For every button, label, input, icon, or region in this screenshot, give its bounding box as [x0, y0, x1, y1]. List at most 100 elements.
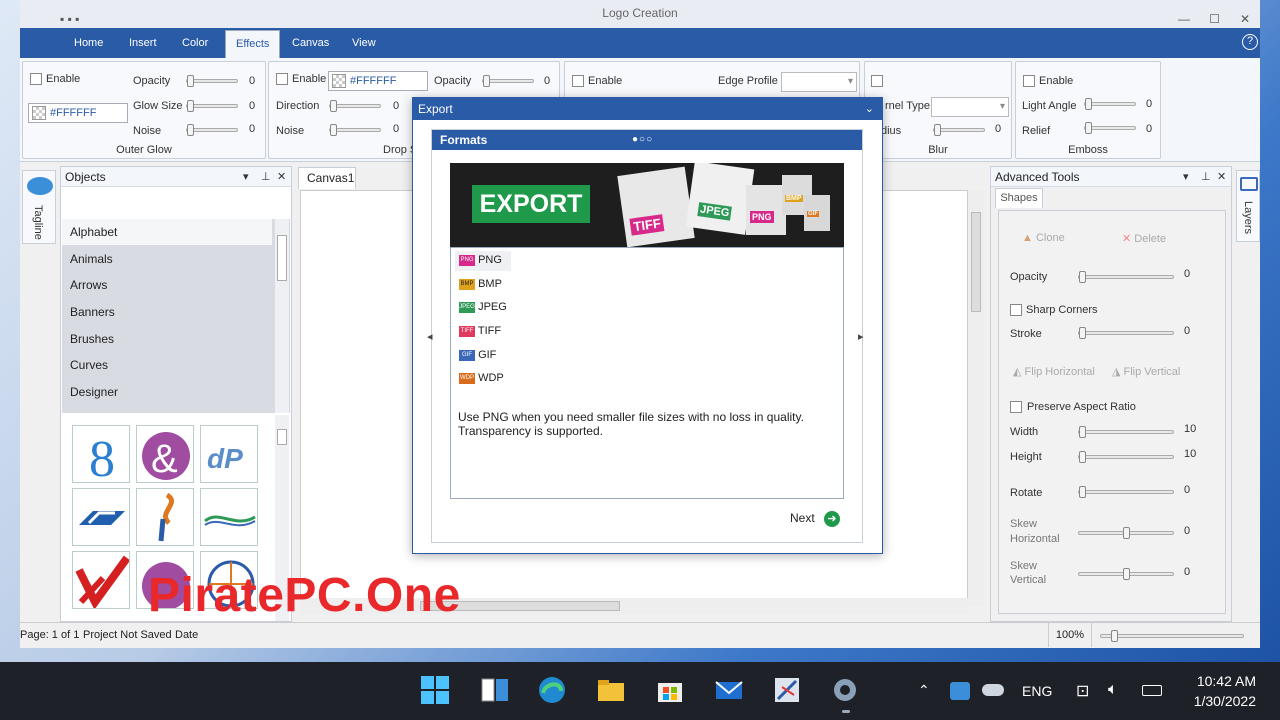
direction-slider[interactable] [329, 100, 381, 112]
slider-thumb[interactable] [1123, 527, 1130, 539]
scrollbar-thumb[interactable] [277, 235, 287, 281]
thumbnail-wave[interactable] [200, 488, 258, 546]
slider-thumb[interactable] [1079, 271, 1086, 283]
network-icon[interactable]: ⊡ [1076, 681, 1089, 701]
drop-shadow-opacity-slider[interactable] [482, 75, 534, 87]
slider-thumb[interactable] [187, 100, 194, 112]
tab-insert[interactable]: Insert [119, 28, 167, 58]
thumbnail-8[interactable]: 8 [72, 425, 130, 483]
width-slider[interactable] [1078, 426, 1174, 438]
list-item-curves[interactable]: Curves [62, 352, 272, 378]
format-jpeg[interactable]: JPEG JPEG [459, 301, 507, 313]
thumbnail-ampersand[interactable]: & [136, 425, 194, 483]
collapse-icon[interactable]: ⌄ [865, 98, 874, 120]
canvas-vscrollbar[interactable] [968, 190, 984, 606]
format-gif[interactable]: GIF GIF [459, 349, 496, 361]
outer-glow-noise-slider[interactable] [186, 124, 238, 136]
file-explorer-icon[interactable] [596, 675, 626, 705]
slider-thumb[interactable] [1079, 451, 1086, 463]
slider-thumb[interactable] [330, 100, 337, 112]
flip-vertical-button[interactable]: ◮ Flip Vertical [1112, 365, 1180, 378]
security-shield-icon[interactable] [950, 682, 970, 700]
emboss-enable-checkbox[interactable] [1023, 75, 1035, 87]
tab-shapes[interactable]: Shapes [995, 188, 1043, 208]
slider-thumb[interactable] [1123, 568, 1130, 580]
delete-button[interactable]: ✕ Delete [1122, 232, 1166, 245]
outer-glow-enable-checkbox[interactable] [30, 73, 42, 85]
store-icon[interactable] [655, 675, 685, 705]
panel-menu-icon[interactable]: ▾ [243, 170, 249, 183]
outer-glow-color-picker[interactable]: #FFFFFF [28, 103, 128, 123]
clock-time[interactable]: 10:42 AM [1186, 673, 1256, 689]
settings-gear-icon[interactable] [830, 675, 860, 705]
slider-thumb[interactable] [1079, 426, 1086, 438]
edge-browser-icon[interactable] [537, 675, 567, 705]
tab-canvas1[interactable]: Canvas1 [298, 167, 356, 189]
slider-thumb[interactable] [1085, 98, 1092, 110]
slider-thumb[interactable] [1111, 630, 1118, 642]
tagline-side-tab[interactable]: Tagline [22, 170, 56, 244]
category-scrollbar[interactable] [275, 219, 289, 413]
thumbnail-swirl[interactable] [136, 488, 194, 546]
page-dots-icon[interactable]: ●○○ [632, 130, 653, 150]
tab-color[interactable]: Color [172, 28, 218, 58]
onedrive-cloud-icon[interactable] [982, 684, 1004, 696]
list-item-designer[interactable]: Designer [62, 379, 272, 405]
rotate-slider[interactable] [1078, 486, 1174, 498]
at-opacity-slider[interactable] [1078, 271, 1174, 283]
clone-button[interactable]: ▲ Clone [1022, 232, 1065, 244]
slider-thumb[interactable] [1085, 122, 1092, 134]
outer-glow-opacity-slider[interactable] [186, 75, 238, 87]
task-view-icon[interactable] [480, 675, 510, 705]
format-wdp[interactable]: WDP WDP [459, 372, 504, 384]
layers-side-tab[interactable]: Layers [1236, 170, 1260, 242]
help-icon[interactable]: ? [1242, 34, 1258, 50]
scrollbar-thumb[interactable] [277, 429, 287, 445]
pin-icon[interactable]: ⊥ [261, 170, 271, 183]
skew-horizontal-slider[interactable] [1078, 527, 1174, 539]
radius-slider[interactable] [933, 124, 985, 136]
sharp-corners-checkbox[interactable] [1010, 304, 1022, 316]
slider-thumb[interactable] [330, 124, 337, 136]
volume-icon[interactable]: 🔈︎ [1108, 681, 1118, 699]
panel-close-icon[interactable]: ✕ [1217, 170, 1226, 183]
drop-shadow-noise-slider[interactable] [329, 124, 381, 136]
format-tiff[interactable]: TIFF TIFF [459, 325, 501, 337]
chevron-up-icon[interactable]: ⌃ [918, 682, 930, 699]
panel-close-icon[interactable]: ✕ [277, 170, 286, 183]
language-indicator[interactable]: ENG [1022, 683, 1052, 699]
list-item-arrows[interactable]: Arrows [62, 272, 272, 298]
flip-horizontal-button[interactable]: ◭ Flip Horizontal [1013, 365, 1095, 378]
blur-enable-checkbox[interactable] [871, 75, 883, 87]
slider-thumb[interactable] [187, 124, 194, 136]
zoom-slider[interactable] [1100, 630, 1244, 642]
slider-thumb[interactable] [483, 75, 490, 87]
slider-thumb[interactable] [1079, 486, 1086, 498]
format-bmp[interactable]: BMP BMP [459, 278, 502, 290]
list-item-brushes[interactable]: Brushes [62, 326, 272, 352]
tab-home[interactable]: Home [64, 28, 113, 58]
relief-slider[interactable] [1084, 122, 1136, 134]
list-item-animals[interactable]: Animals [62, 246, 272, 272]
mail-icon[interactable] [714, 675, 744, 705]
thumbnail-red-check[interactable] [72, 551, 130, 609]
thumbnail-dp[interactable]: dP [200, 425, 258, 483]
kernel-type-dropdown[interactable] [931, 97, 1009, 117]
battery-icon[interactable] [1142, 685, 1162, 696]
drop-shadow-color-picker[interactable]: #FFFFFF [328, 71, 428, 91]
bevel-enable-checkbox[interactable] [572, 75, 584, 87]
stroke-slider[interactable] [1078, 327, 1174, 339]
list-item-banners[interactable]: Banners [62, 299, 272, 325]
slider-thumb[interactable] [1079, 327, 1086, 339]
logo-app-icon[interactable] [772, 675, 802, 705]
pin-icon[interactable]: ⊥ [1201, 170, 1211, 183]
next-button[interactable]: Next ➜ [790, 511, 841, 527]
list-item-alphabet[interactable]: Alphabet [62, 219, 272, 245]
preserve-aspect-checkbox[interactable] [1010, 401, 1022, 413]
format-png[interactable]: PNG PNG [459, 254, 502, 266]
next-page-arrow-icon[interactable]: ▸ [858, 330, 864, 343]
scrollbar-thumb[interactable] [971, 212, 981, 312]
slider-thumb[interactable] [934, 124, 941, 136]
windows-start-icon[interactable] [420, 675, 450, 705]
thumbnail-blue-arrows[interactable] [72, 488, 130, 546]
